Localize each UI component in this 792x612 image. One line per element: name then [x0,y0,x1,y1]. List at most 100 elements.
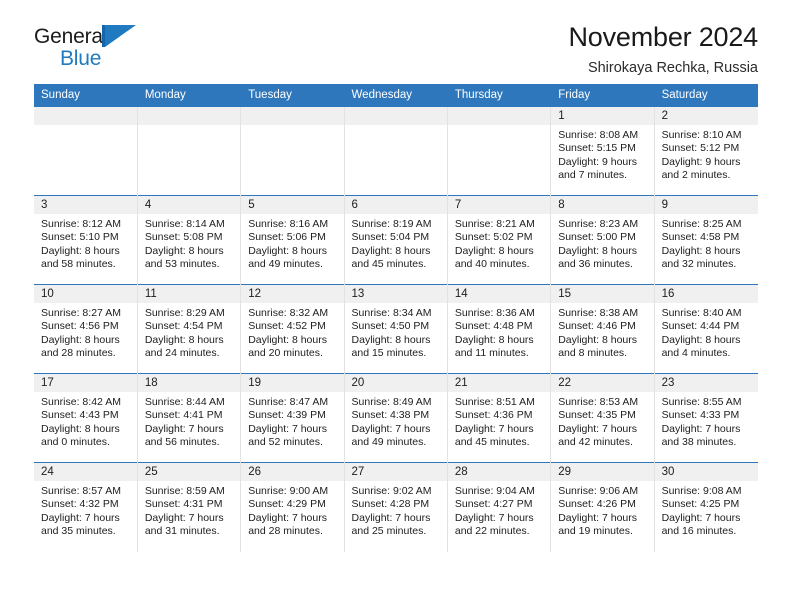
day-number: 24 [34,463,137,481]
calendar-day-cell[interactable]: 11 Sunrise: 8:29 AM Sunset: 4:54 PM Dayligh… [136,284,241,374]
daylight-duration-line2: and 7 minutes. [558,169,628,182]
calendar-day-cell[interactable]: 16 Sunrise: 8:40 AM Sunset: 4:44 PM Dayligh… [653,284,758,374]
calendar-day-cell[interactable]: 27 Sunrise: 9:02 AM Sunset: 4:28 PM Dayligh… [343,462,448,552]
weekday-header-wednesday: Wednesday [344,84,448,107]
page-header: General Blue November 2024 Shirokaya Rec… [34,0,758,76]
calendar-day-cell[interactable]: 8 Sunrise: 8:23 AM Sunset: 5:00 PM Daylight… [550,195,655,285]
daylight-duration-line2: and 45 minutes. [454,436,530,449]
daylight-duration-line1: Daylight: 8 hours [41,244,120,257]
weekday-header-tuesday: Tuesday [240,84,345,107]
calendar-day-cell[interactable]: 10 Sunrise: 8:27 AM Sunset: 4:56 PM Dayligh… [34,284,138,374]
sunrise-time: Sunrise: 8:36 AM [454,307,535,319]
sunrise-time: Sunrise: 8:59 AM [144,485,225,497]
day-number: 19 [241,374,344,392]
daylight-duration-line1: Daylight: 7 hours [248,511,327,524]
sunrise-time: Sunrise: 9:06 AM [558,485,639,497]
calendar-day-cell[interactable]: 29 Sunrise: 9:06 AM Sunset: 4:26 PM Dayligh… [550,462,655,552]
daylight-duration-line1: Daylight: 8 hours [661,333,741,346]
daylight-duration-line1: Daylight: 7 hours [558,511,638,524]
day-number: 4 [138,196,241,214]
calendar-day-cell[interactable]: 23 Sunrise: 8:55 AM Sunset: 4:33 PM Dayligh… [653,373,758,463]
day-details: Sunrise: 8:08 AM Sunset: 5:15 PM Daylight:… [552,125,654,183]
calendar-day-cell[interactable]: 5 Sunrise: 8:16 AM Sunset: 5:06 PM Daylight… [240,195,345,285]
calendar-week-row: 3 Sunrise: 8:12 AM Sunset: 5:10 PM Daylight… [34,195,758,285]
daylight-duration-line2: and 11 minutes. [454,347,529,360]
calendar-day-cell[interactable]: 4 Sunrise: 8:14 AM Sunset: 5:08 PM Daylight… [136,195,241,285]
day-details: Sunrise: 8:53 AM Sunset: 4:35 PM Daylight:… [552,392,654,450]
weekday-header-sunday: Sunday [34,84,138,107]
day-details: Sunrise: 9:02 AM Sunset: 4:28 PM Daylight:… [345,481,447,539]
day-details: Sunrise: 8:59 AM Sunset: 4:31 PM Daylight:… [138,481,240,539]
calendar-day-cell[interactable]: 24 Sunrise: 8:57 AM Sunset: 4:32 PM Dayligh… [34,462,138,552]
daylight-duration-line1: Daylight: 7 hours [351,511,431,524]
day-number: 14 [448,285,551,303]
daylight-duration-line2: and 53 minutes. [144,258,220,271]
calendar-day-cell[interactable]: 12 Sunrise: 8:32 AM Sunset: 4:52 PM Dayligh… [240,284,345,374]
sunrise-time: Sunrise: 8:53 AM [558,396,639,408]
calendar-day-cell[interactable]: 9 Sunrise: 8:25 AM Sunset: 4:58 PM Daylight… [653,195,758,285]
daylight-duration-line2: and 49 minutes. [248,258,323,271]
sunset-time: Sunset: 4:41 PM [144,409,223,422]
calendar-day-cell[interactable]: 26 Sunrise: 9:00 AM Sunset: 4:29 PM Dayligh… [240,462,345,552]
calendar-day-cell[interactable]: 13 Sunrise: 8:34 AM Sunset: 4:50 PM Dayligh… [343,284,448,374]
sunrise-time: Sunrise: 8:14 AM [144,218,225,230]
calendar-day-cell[interactable]: 15 Sunrise: 8:38 AM Sunset: 4:46 PM Dayligh… [550,284,655,374]
title-block: November 2024 Shirokaya Rechka, Russia [568,22,758,77]
daylight-duration-line1: Daylight: 8 hours [351,333,431,346]
daylight-duration-line1: Daylight: 9 hours [558,155,638,168]
sunset-time: Sunset: 4:25 PM [661,498,740,511]
daylight-duration-line2: and 32 minutes. [661,258,737,271]
calendar-day-cell[interactable]: 6 Sunrise: 8:19 AM Sunset: 5:04 PM Daylight… [343,195,448,285]
day-details: Sunrise: 8:51 AM Sunset: 4:36 PM Daylight:… [448,392,550,450]
day-details: Sunrise: 8:25 AM Sunset: 4:58 PM Daylight:… [655,214,757,272]
calendar-day-cell[interactable]: 17 Sunrise: 8:42 AM Sunset: 4:43 PM Dayligh… [34,373,138,463]
brand-logo[interactable]: General Blue [34,22,136,69]
sunrise-time: Sunrise: 8:29 AM [144,307,225,319]
sunrise-time: Sunrise: 8:27 AM [41,307,121,319]
daylight-duration-line1: Daylight: 7 hours [661,511,741,524]
day-details: Sunrise: 8:21 AM Sunset: 5:02 PM Daylight:… [448,214,550,272]
calendar-day-cell[interactable]: 2 Sunrise: 8:10 AM Sunset: 5:12 PM Daylight… [653,106,758,196]
calendar-header-row: Sunday Monday Tuesday Wednesday Thursday… [34,84,759,107]
day-number: 28 [448,463,551,481]
day-number: 7 [448,196,551,214]
sunset-time: Sunset: 4:29 PM [248,498,326,511]
daylight-duration-line1: Daylight: 7 hours [41,511,120,524]
calendar-day-cell[interactable]: 30 Sunrise: 9:08 AM Sunset: 4:25 PM Dayligh… [653,462,758,552]
sunrise-time: Sunrise: 8:44 AM [144,396,225,408]
sunset-time: Sunset: 4:28 PM [351,498,430,511]
triangle-flag-icon [102,25,136,47]
calendar-day-cell[interactable]: 18 Sunrise: 8:44 AM Sunset: 4:41 PM Dayligh… [136,373,241,463]
calendar-day-cell[interactable]: 20 Sunrise: 8:49 AM Sunset: 4:38 PM Dayligh… [343,373,448,463]
day-number: 22 [551,374,654,392]
daylight-duration-line2: and 28 minutes. [41,347,116,360]
daylight-duration-line1: Daylight: 8 hours [144,333,224,346]
calendar-day-cell[interactable]: 19 Sunrise: 8:47 AM Sunset: 4:39 PM Dayligh… [240,373,345,463]
calendar-day-cell[interactable]: 1 Sunrise: 8:08 AM Sunset: 5:15 PM Daylight… [550,106,655,196]
day-number: 12 [241,285,344,303]
daylight-duration-line1: Daylight: 7 hours [454,511,534,524]
calendar-day-cell[interactable]: 21 Sunrise: 8:51 AM Sunset: 4:36 PM Dayligh… [446,373,551,463]
day-number: 6 [345,196,447,214]
calendar-day-cell[interactable]: 22 Sunrise: 8:53 AM Sunset: 4:35 PM Dayligh… [550,373,655,463]
calendar-day-cell[interactable]: 3 Sunrise: 8:12 AM Sunset: 5:10 PM Daylight… [34,195,138,285]
calendar-day-cell[interactable]: 7 Sunrise: 8:21 AM Sunset: 5:02 PM Daylight… [446,195,551,285]
day-details: Sunrise: 8:23 AM Sunset: 5:00 PM Daylight:… [552,214,654,272]
daylight-duration-line2: and 20 minutes. [248,347,323,360]
calendar-day-cell[interactable]: 14 Sunrise: 8:36 AM Sunset: 4:48 PM Dayligh… [446,284,551,374]
daylight-duration-line1: Daylight: 7 hours [558,422,638,435]
weekday-header-friday: Friday [550,84,655,107]
sunset-time: Sunset: 4:26 PM [558,498,636,511]
day-details: Sunrise: 8:34 AM Sunset: 4:50 PM Daylight:… [345,303,447,361]
calendar-day-cell[interactable]: 28 Sunrise: 9:04 AM Sunset: 4:27 PM Dayligh… [446,462,551,552]
sunset-time: Sunset: 4:39 PM [248,409,326,422]
calendar-day-cell[interactable]: 25 Sunrise: 8:59 AM Sunset: 4:31 PM Dayligh… [136,462,241,552]
sunset-time: Sunset: 5:04 PM [351,231,430,244]
day-details: Sunrise: 8:29 AM Sunset: 4:54 PM Daylight:… [138,303,240,361]
day-number: 11 [138,285,241,303]
daylight-duration-line2: and 31 minutes. [144,525,220,538]
day-number: 10 [34,285,137,303]
page-subtitle: Shirokaya Rechka, Russia [587,60,758,77]
calendar-day-cell-empty [240,106,345,196]
daylight-duration-line2: and 4 minutes. [661,347,731,360]
